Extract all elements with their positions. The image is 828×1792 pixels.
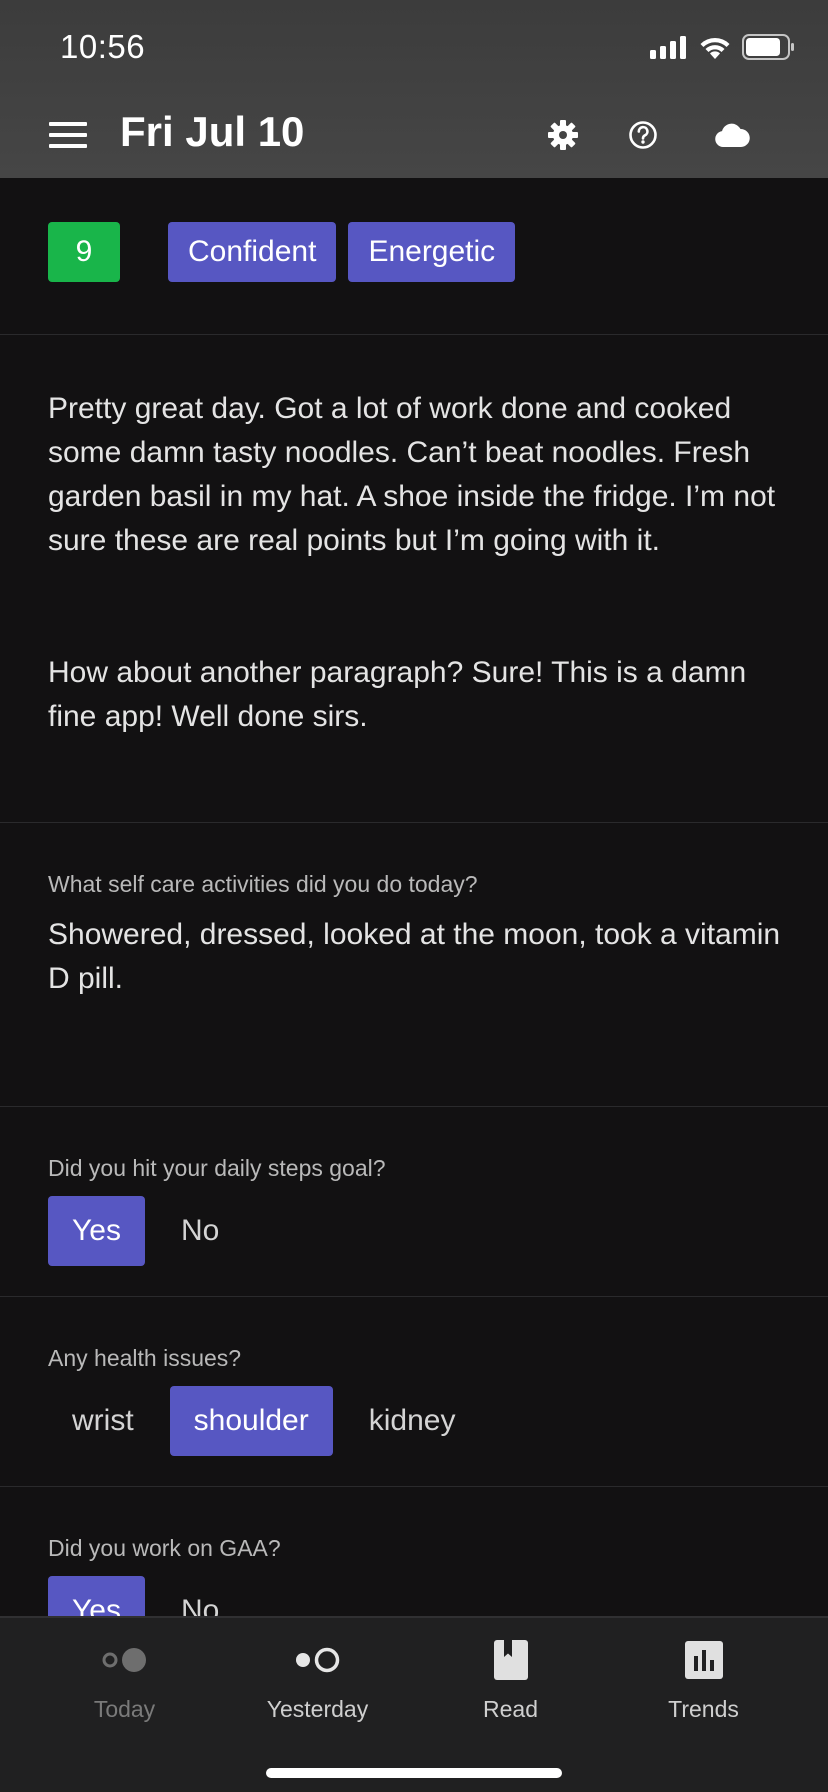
home-indicator: [266, 1768, 562, 1778]
tab-today-label: Today: [93, 1696, 156, 1722]
steps-option-no[interactable]: No: [157, 1196, 243, 1266]
rating-badge[interactable]: 9: [48, 222, 120, 282]
bar-chart-icon: [684, 1641, 723, 1679]
health-option-shoulder[interactable]: shoulder: [169, 1386, 333, 1456]
steps-options: Yes No: [48, 1196, 255, 1266]
health-option-wrist[interactable]: wrist: [48, 1386, 158, 1456]
gaa-question: Did you work on GAA?: [48, 1535, 281, 1561]
gear-icon: [548, 120, 578, 150]
tab-trends-label: Trends: [668, 1696, 739, 1722]
tab-yesterday-label: Yesterday: [266, 1696, 369, 1722]
status-time: 10:56: [60, 28, 146, 65]
cloud-icon: [715, 123, 750, 147]
cloud-sync-button[interactable]: [709, 112, 755, 158]
nav-row: Fri Jul 10: [0, 100, 828, 170]
tab-today[interactable]: Today: [21, 1632, 228, 1742]
battery-icon: [742, 34, 794, 60]
bookmark-icon: [493, 1640, 528, 1680]
tab-yesterday[interactable]: Yesterday: [214, 1632, 421, 1742]
health-options: wrist shoulder kidney: [48, 1386, 491, 1456]
status-icons: [650, 34, 796, 60]
self-care-section[interactable]: What self care activities did you do tod…: [0, 823, 828, 1107]
entry-paragraph-2: How about another paragraph? Sure! This …: [48, 656, 747, 733]
tags-section: 9 Confident Energetic: [0, 178, 828, 335]
mood-tag-energetic[interactable]: Energetic: [348, 222, 516, 282]
self-care-answer: Showered, dressed, looked at the moon, t…: [48, 918, 781, 995]
menu-button[interactable]: [44, 114, 92, 156]
menu-icon: [49, 122, 87, 148]
self-care-question: What self care activities did you do tod…: [48, 871, 478, 897]
mood-tag-confident[interactable]: Confident: [168, 222, 337, 282]
wifi-icon: [700, 37, 730, 59]
steps-section: Did you hit your daily steps goal? Yes N…: [0, 1107, 828, 1297]
health-question: Any health issues?: [48, 1345, 242, 1371]
entry-section[interactable]: Pretty great day. Got a lot of work done…: [0, 335, 828, 823]
today-dots-icon: [102, 1648, 146, 1672]
settings-button[interactable]: [540, 112, 586, 158]
steps-question: Did you hit your daily steps goal?: [48, 1155, 386, 1181]
health-option-kidney[interactable]: kidney: [345, 1386, 480, 1456]
steps-option-yes[interactable]: Yes: [48, 1196, 145, 1266]
app-screen: 10:56 Fri Jul 10 9 Confident Energetic P…: [0, 0, 828, 1792]
page-title: Fri Jul 10: [120, 108, 305, 155]
tab-bar: Today Yesterday Read Trends: [0, 1616, 828, 1792]
cellular-signal-icon: [650, 36, 686, 59]
entry-paragraph-1: Pretty great day. Got a lot of work done…: [48, 392, 776, 557]
tag-row: 9 Confident Energetic: [48, 222, 527, 282]
tab-trends[interactable]: Trends: [600, 1632, 807, 1742]
header: 10:56 Fri Jul 10: [0, 0, 828, 178]
help-icon: [629, 121, 657, 149]
tab-read-label: Read: [483, 1696, 538, 1722]
tab-read[interactable]: Read: [407, 1632, 614, 1742]
yesterday-dots-icon: [295, 1647, 339, 1673]
health-section: Any health issues? wrist shoulder kidney: [0, 1297, 828, 1487]
help-button[interactable]: [620, 112, 666, 158]
